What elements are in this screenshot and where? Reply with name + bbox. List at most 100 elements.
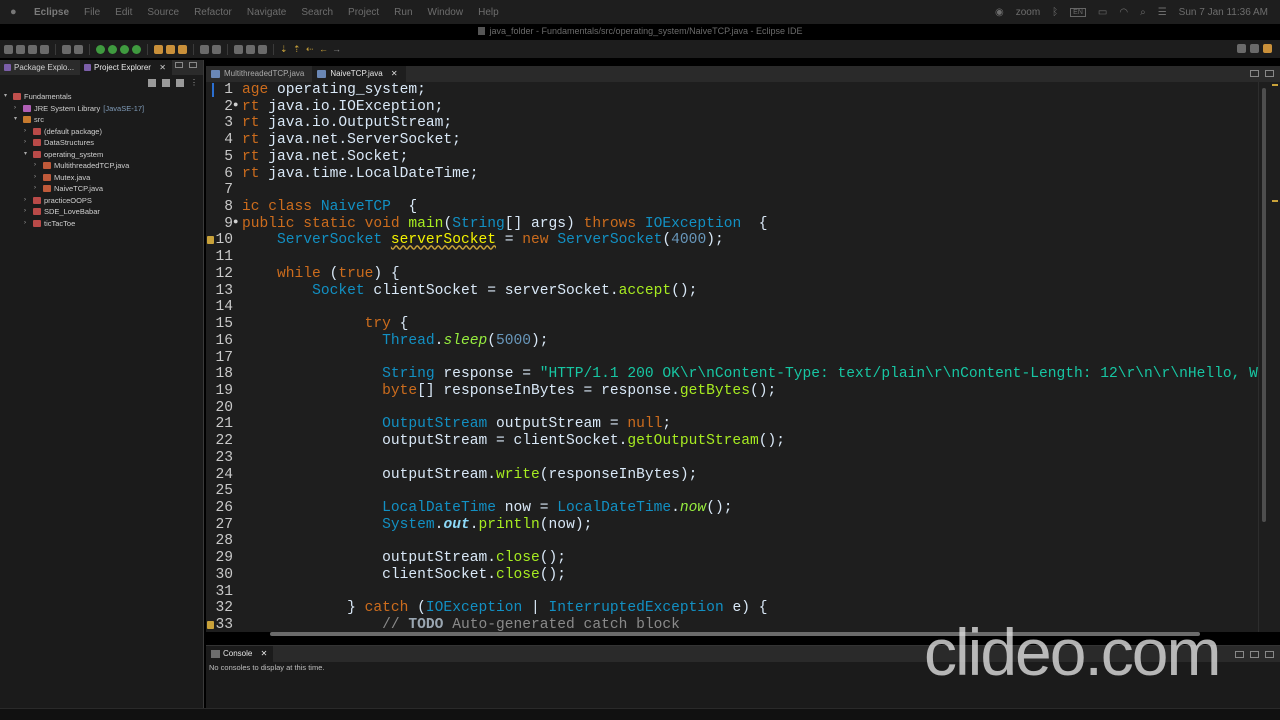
show-whitespace-icon[interactable] bbox=[258, 44, 267, 54]
tree-item[interactable]: › DataStructures bbox=[0, 137, 203, 149]
code-line[interactable]: 28 bbox=[206, 533, 1268, 550]
code-line[interactable]: 22 outputStream = clientSocket.getOutput… bbox=[206, 433, 1268, 450]
code-line[interactable]: 25 bbox=[206, 483, 1268, 500]
tree-item[interactable]: ▾ operating_system bbox=[0, 149, 203, 161]
code-line[interactable]: 16 Thread.sleep(5000); bbox=[206, 333, 1268, 350]
tree-item[interactable]: ▾ Fundamentals bbox=[0, 91, 203, 103]
code-line[interactable]: 12 while (true) { bbox=[206, 266, 1268, 283]
tree-item[interactable]: › Mutex.java bbox=[0, 172, 203, 184]
code-line[interactable]: 30 clientSocket.close(); bbox=[206, 567, 1268, 584]
fold-toggle-icon[interactable]: ● bbox=[233, 97, 238, 114]
code-line[interactable]: 7 bbox=[206, 182, 1268, 199]
code-line[interactable]: 4 rt java.net.ServerSocket; bbox=[206, 132, 1268, 149]
run-external-tools-icon[interactable] bbox=[132, 44, 141, 54]
chevron-right-icon[interactable]: › bbox=[24, 218, 30, 230]
tree-item[interactable]: › SDE_LoveBabar bbox=[0, 206, 203, 218]
menu-window[interactable]: Window bbox=[428, 7, 464, 18]
tab-package-explorer[interactable]: Package Explo... bbox=[0, 60, 80, 75]
toggle-block-selection-icon[interactable] bbox=[246, 44, 255, 54]
close-icon[interactable]: ✕ bbox=[391, 69, 398, 78]
code-line[interactable]: 5 rt java.net.Socket; bbox=[206, 149, 1268, 166]
tree-item[interactable]: › (default package) bbox=[0, 126, 203, 138]
code-line[interactable]: 17 bbox=[206, 350, 1268, 367]
code-line[interactable]: 18 String response = "HTTP/1.1 200 OK\r\… bbox=[206, 366, 1268, 383]
menu-project[interactable]: Project bbox=[348, 7, 379, 18]
fold-toggle-icon[interactable]: ● bbox=[233, 214, 238, 231]
spotlight-icon[interactable]: ⌕ bbox=[1140, 7, 1146, 18]
back-arrow-icon[interactable]: ← bbox=[319, 44, 329, 54]
app-menu-eclipse[interactable]: Eclipse bbox=[34, 7, 69, 18]
expand-down-icon[interactable]: ▾ bbox=[14, 114, 20, 126]
toggle-mark-occurrences-icon[interactable] bbox=[234, 44, 243, 54]
expand-down-icon[interactable]: ▾ bbox=[24, 149, 30, 161]
control-center-icon[interactable]: ☰ bbox=[1158, 7, 1167, 18]
close-icon[interactable]: ✕ bbox=[261, 649, 268, 658]
filter-icon[interactable] bbox=[176, 79, 184, 87]
tree-item[interactable]: › JRE System Library [JavaSE-17] bbox=[0, 103, 203, 115]
debug-icon[interactable] bbox=[96, 44, 105, 54]
save-icon[interactable] bbox=[16, 44, 25, 54]
search-icon[interactable] bbox=[212, 44, 221, 54]
chevron-right-icon[interactable]: › bbox=[34, 183, 40, 195]
display-console-icon[interactable] bbox=[1235, 651, 1244, 658]
close-icon[interactable]: ✕ bbox=[159, 63, 166, 72]
terminal-icon[interactable] bbox=[62, 44, 71, 54]
chevron-right-icon[interactable]: › bbox=[24, 126, 30, 138]
menu-help[interactable]: Help bbox=[478, 7, 499, 18]
collapse-all-icon[interactable] bbox=[148, 79, 156, 87]
code-line[interactable]: 13 Socket clientSocket = serverSocket.ac… bbox=[206, 283, 1268, 300]
tree-item[interactable]: ▾ src bbox=[0, 114, 203, 126]
search-toolbar-icon[interactable] bbox=[1237, 44, 1246, 53]
menu-bar-clock[interactable]: Sun 7 Jan 11:36 AM bbox=[1179, 7, 1268, 18]
maximize-icon[interactable] bbox=[1265, 70, 1274, 77]
code-line[interactable]: 24 outputStream.write(responseInBytes); bbox=[206, 467, 1268, 484]
menu-source[interactable]: Source bbox=[147, 7, 179, 18]
tree-item[interactable]: › MultithreadedTCP.java bbox=[0, 160, 203, 172]
java-perspective-icon[interactable] bbox=[1263, 44, 1272, 53]
code-line[interactable]: 6 rt java.time.LocalDateTime; bbox=[206, 166, 1268, 183]
maximize-icon[interactable] bbox=[189, 62, 197, 68]
menu-search[interactable]: Search bbox=[301, 7, 333, 18]
tree-item[interactable]: › practiceOOPS bbox=[0, 195, 203, 207]
code-line[interactable]: 29 outputStream.close(); bbox=[206, 550, 1268, 567]
editor-tab-multithreadedtcp[interactable]: MultithreadedTCP.java bbox=[206, 66, 312, 82]
tab-project-explorer[interactable]: Project Explorer ✕ bbox=[80, 60, 172, 75]
previous-annotation-icon[interactable]: ⇡ bbox=[293, 44, 303, 54]
apple-icon[interactable]: ● bbox=[10, 6, 24, 18]
code-line[interactable]: 21 OutputStream outputStream = null; bbox=[206, 416, 1268, 433]
open-type-icon[interactable] bbox=[200, 44, 209, 54]
menu-file[interactable]: File bbox=[84, 7, 100, 18]
bluetooth-icon[interactable]: ᛒ bbox=[1052, 7, 1058, 18]
run-icon[interactable] bbox=[108, 44, 117, 54]
vertical-scrollbar[interactable] bbox=[1258, 82, 1268, 632]
code-line[interactable]: 10 ServerSocket serverSocket = new Serve… bbox=[206, 232, 1268, 249]
code-line[interactable]: 2 ● rt java.io.IOException; bbox=[206, 99, 1268, 116]
chevron-right-icon[interactable]: › bbox=[14, 103, 20, 115]
battery-icon[interactable]: ▭ bbox=[1098, 7, 1107, 18]
tab-console[interactable]: Console ✕ bbox=[206, 646, 274, 662]
tree-item[interactable]: › ticTacToe bbox=[0, 218, 203, 230]
code-line[interactable]: 8 ic class NaiveTCP { bbox=[206, 199, 1268, 216]
new-class-icon[interactable] bbox=[178, 44, 187, 54]
code-line[interactable]: 19 byte[] responseInBytes = response.get… bbox=[206, 383, 1268, 400]
chevron-right-icon[interactable]: › bbox=[34, 160, 40, 172]
code-line[interactable]: 3 rt java.io.OutputStream; bbox=[206, 115, 1268, 132]
chevron-right-icon[interactable]: › bbox=[24, 195, 30, 207]
warning-marker[interactable] bbox=[1272, 200, 1278, 202]
zoom-status[interactable]: zoom bbox=[1016, 7, 1040, 18]
forward-arrow-icon[interactable]: → bbox=[332, 44, 342, 54]
menu-run[interactable]: Run bbox=[394, 7, 412, 18]
new-package-icon[interactable] bbox=[166, 44, 175, 54]
chevron-right-icon[interactable]: › bbox=[34, 172, 40, 184]
input-source-icon[interactable]: EN bbox=[1070, 7, 1086, 17]
menu-edit[interactable]: Edit bbox=[115, 7, 132, 18]
menu-navigate[interactable]: Navigate bbox=[247, 7, 286, 18]
view-menu-icon[interactable]: ⋮ bbox=[190, 79, 198, 87]
coverage-icon[interactable] bbox=[120, 44, 129, 54]
editor-tab-naivetcp[interactable]: NaiveTCP.java ✕ bbox=[312, 66, 406, 82]
wifi-icon[interactable]: ◠ bbox=[1119, 7, 1128, 18]
open-perspective-icon[interactable] bbox=[1250, 44, 1259, 53]
code-line[interactable]: 15 try { bbox=[206, 316, 1268, 333]
print-icon[interactable] bbox=[40, 44, 49, 54]
new-icon[interactable] bbox=[4, 44, 13, 54]
